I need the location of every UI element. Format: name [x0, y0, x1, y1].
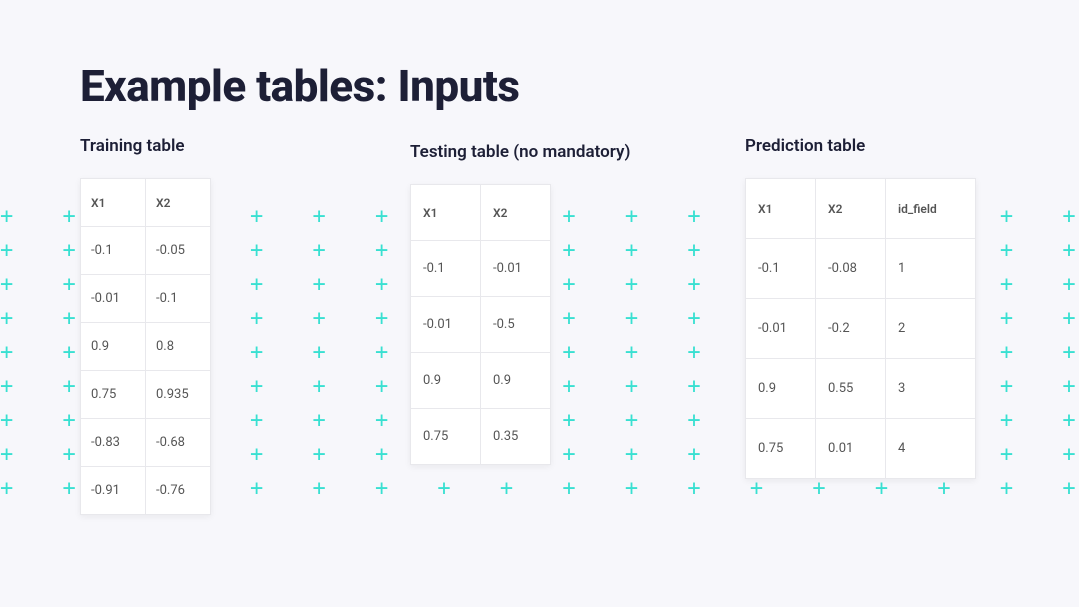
testing-header-x1: X1 [411, 185, 481, 241]
cell: 0.9 [81, 323, 146, 371]
testing-table-block: Testing table (no mandatory) X1 X2 -0.1 … [410, 142, 680, 465]
cell: -0.05 [146, 227, 211, 275]
cell: 2 [886, 299, 976, 359]
table-row: 0.75 0.35 [411, 409, 551, 465]
cell: 0.9 [411, 353, 481, 409]
table-row: 0.9 0.9 [411, 353, 551, 409]
cell: -0.08 [816, 239, 886, 299]
prediction-header-x2: X2 [816, 179, 886, 239]
cell: -0.01 [81, 275, 146, 323]
cell: 0.9 [481, 353, 551, 409]
prediction-header-id: id_field [886, 179, 976, 239]
testing-table: X1 X2 -0.1 -0.01 -0.01 -0.5 0.9 [410, 184, 551, 465]
cell: -0.01 [481, 241, 551, 297]
cell: 0.75 [81, 371, 146, 419]
page-title: Example tables: Inputs [80, 60, 999, 112]
cell: -0.1 [746, 239, 816, 299]
cell: -0.91 [81, 467, 146, 515]
prediction-table: X1 X2 id_field -0.1 -0.08 1 -0.01 -0.2 2 [745, 178, 976, 479]
table-row: -0.83 -0.68 [81, 419, 211, 467]
training-header-x2: X2 [146, 179, 211, 227]
table-row: 0.75 0.935 [81, 371, 211, 419]
table-header-row: X1 X2 id_field [746, 179, 976, 239]
prediction-table-block: Prediction table X1 X2 id_field -0.1 -0.… [745, 136, 1015, 479]
cell: 0.55 [816, 359, 886, 419]
table-row: -0.01 -0.5 [411, 297, 551, 353]
table-row: -0.1 -0.08 1 [746, 239, 976, 299]
cell: 0.35 [481, 409, 551, 465]
cell: -0.01 [746, 299, 816, 359]
table-row: -0.1 -0.01 [411, 241, 551, 297]
prediction-header-x1: X1 [746, 179, 816, 239]
cell: -0.1 [81, 227, 146, 275]
cell: -0.1 [411, 241, 481, 297]
table-header-row: X1 X2 [81, 179, 211, 227]
cell: 0.935 [146, 371, 211, 419]
cell: -0.76 [146, 467, 211, 515]
prediction-table-label: Prediction table [745, 136, 1015, 156]
training-table-block: Training table X1 X2 -0.1 -0.05 -0.01 - [80, 136, 300, 515]
cell: -0.5 [481, 297, 551, 353]
table-row: 0.9 0.8 [81, 323, 211, 371]
cell: 0.9 [746, 359, 816, 419]
cell: 4 [886, 419, 976, 479]
cell: 1 [886, 239, 976, 299]
table-row: 0.75 0.01 4 [746, 419, 976, 479]
table-row: -0.1 -0.05 [81, 227, 211, 275]
training-header-x1: X1 [81, 179, 146, 227]
testing-header-x2: X2 [481, 185, 551, 241]
table-header-row: X1 X2 [411, 185, 551, 241]
cell: -0.83 [81, 419, 146, 467]
table-row: -0.91 -0.76 [81, 467, 211, 515]
cell: -0.68 [146, 419, 211, 467]
training-table-label: Training table [80, 136, 300, 156]
cell: -0.2 [816, 299, 886, 359]
table-row: -0.01 -0.2 2 [746, 299, 976, 359]
cell: -0.1 [146, 275, 211, 323]
testing-table-label: Testing table (no mandatory) [410, 142, 680, 162]
cell: 0.8 [146, 323, 211, 371]
cell: 0.75 [411, 409, 481, 465]
cell: 0.75 [746, 419, 816, 479]
cell: 3 [886, 359, 976, 419]
cell: -0.01 [411, 297, 481, 353]
training-table: X1 X2 -0.1 -0.05 -0.01 -0.1 0.9 [80, 178, 211, 515]
cell: 0.01 [816, 419, 886, 479]
table-row: 0.9 0.55 3 [746, 359, 976, 419]
table-row: -0.01 -0.1 [81, 275, 211, 323]
